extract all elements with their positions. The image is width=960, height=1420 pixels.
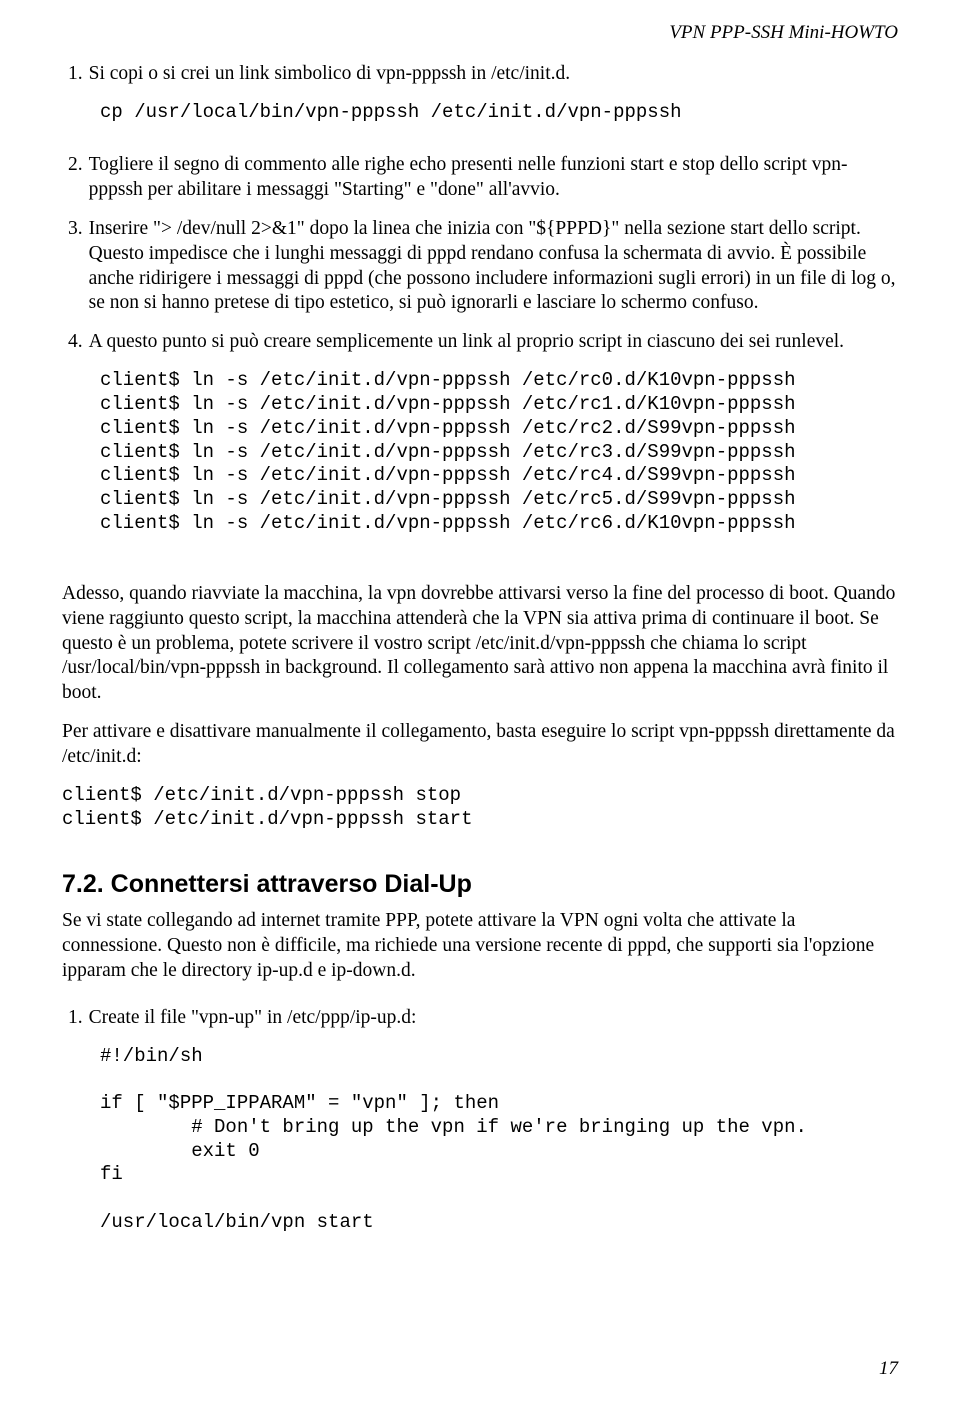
code-block-stopstart: client$ /etc/init.d/vpn-pppssh stop clie… — [62, 784, 898, 832]
list-number: 3. — [68, 217, 83, 317]
list-text: Create il file "vpn-up" in /etc/ppp/ip-u… — [89, 1006, 898, 1031]
page: VPN PPP-SSH Mini-HOWTO 1. Si copi o si c… — [0, 0, 960, 1420]
section-7-2-intro: Se vi state collegando ad internet trami… — [62, 909, 898, 984]
list-number: 2. — [68, 153, 83, 203]
list-text: Togliere il segno di commento alle righe… — [89, 153, 898, 203]
list-text: Inserire "> /dev/null 2>&1" dopo la line… — [89, 217, 898, 317]
list-item-2: 2. Togliere il segno di commento alle ri… — [68, 153, 898, 203]
list-number: 1. — [68, 62, 83, 87]
paragraph-manual: Per attivare e disattivare manualmente i… — [62, 720, 898, 770]
code-block-vpn-up: #!/bin/sh if [ "$PPP_IPPARAM" = "vpn" ];… — [100, 1045, 898, 1235]
code-block-cp: cp /usr/local/bin/vpn-pppssh /etc/init.d… — [100, 101, 898, 125]
list-item-4: 4. A questo punto si può creare semplice… — [68, 330, 898, 355]
list-item-1: 1. Si copi o si crei un link simbolico d… — [68, 62, 898, 87]
paragraph-boot: Adesso, quando riavviate la macchina, la… — [62, 582, 898, 707]
section-heading-7-2: 7.2. Connettersi attraverso Dial-Up — [62, 870, 898, 899]
list-item-7-2-1: 1. Create il file "vpn-up" in /etc/ppp/i… — [68, 1006, 898, 1031]
list-number: 4. — [68, 330, 83, 355]
running-header: VPN PPP-SSH Mini-HOWTO — [62, 22, 898, 44]
page-number: 17 — [879, 1358, 898, 1380]
list-number: 1. — [68, 1006, 83, 1031]
list-item-3: 3. Inserire "> /dev/null 2>&1" dopo la l… — [68, 217, 898, 317]
list-text: Si copi o si crei un link simbolico di v… — [89, 62, 898, 87]
list-text: A questo punto si può creare semplicemen… — [89, 330, 898, 355]
code-block-ln: client$ ln -s /etc/init.d/vpn-pppssh /et… — [100, 369, 898, 535]
